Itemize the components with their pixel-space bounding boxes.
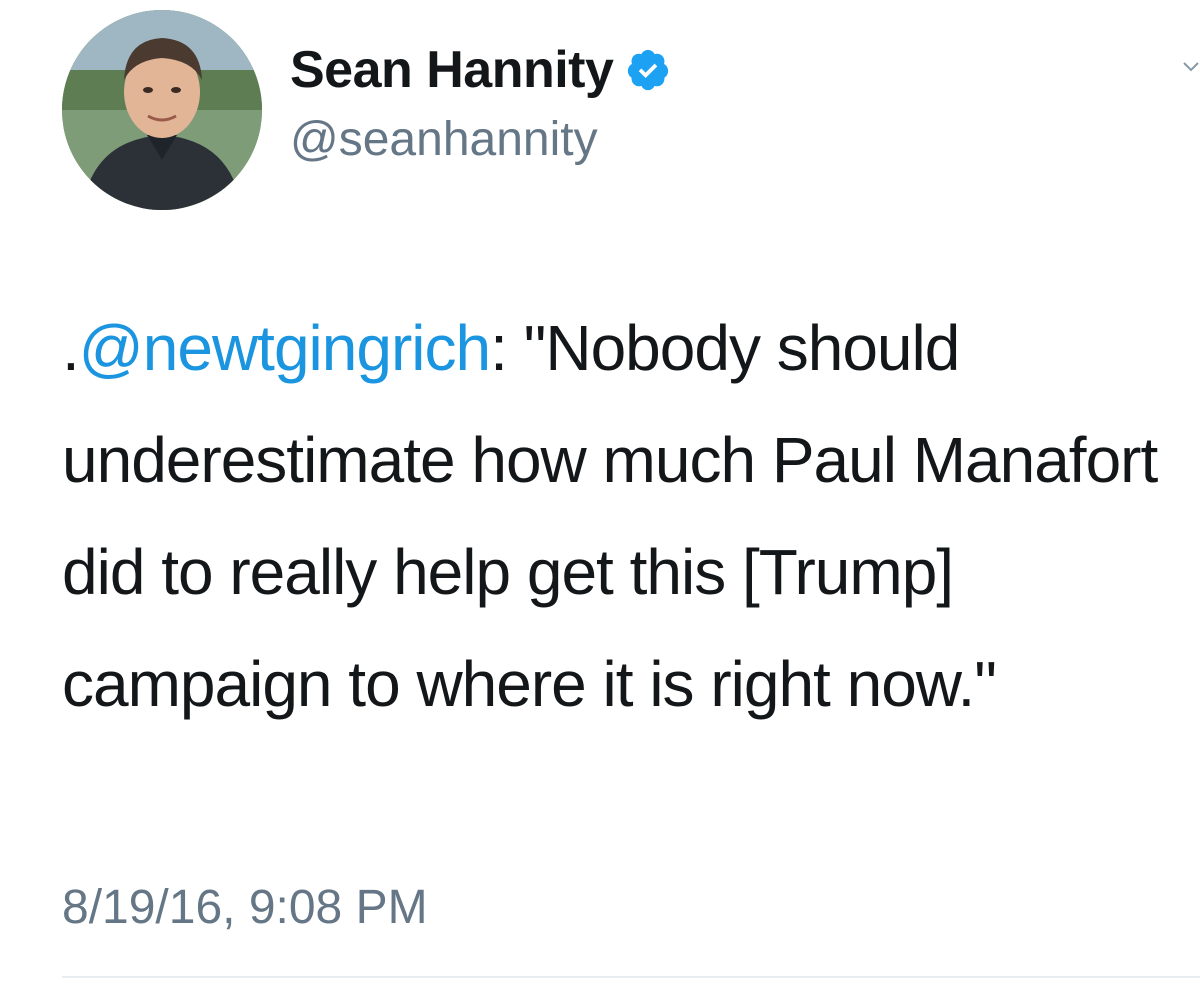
author-handle[interactable]: @seanhannity (290, 112, 598, 167)
divider (62, 976, 1200, 978)
avatar-photo (62, 10, 262, 210)
tweet-timestamp[interactable]: 8/19/16, 9:08 PM (62, 880, 428, 935)
tweet-card: Sean Hannity @seanhannity .@newtgingrich… (0, 0, 1200, 987)
author-row: Sean Hannity (290, 40, 671, 100)
author-name[interactable]: Sean Hannity (290, 40, 614, 100)
verified-check-icon (625, 47, 671, 93)
avatar[interactable] (62, 10, 262, 210)
tweet-prefix: . (62, 312, 80, 384)
chevron-down-icon[interactable] (1182, 58, 1200, 76)
mention-link[interactable]: @newtgingrich (79, 312, 491, 384)
tweet-text: .@newtgingrich: "Nobody should underesti… (62, 292, 1182, 740)
